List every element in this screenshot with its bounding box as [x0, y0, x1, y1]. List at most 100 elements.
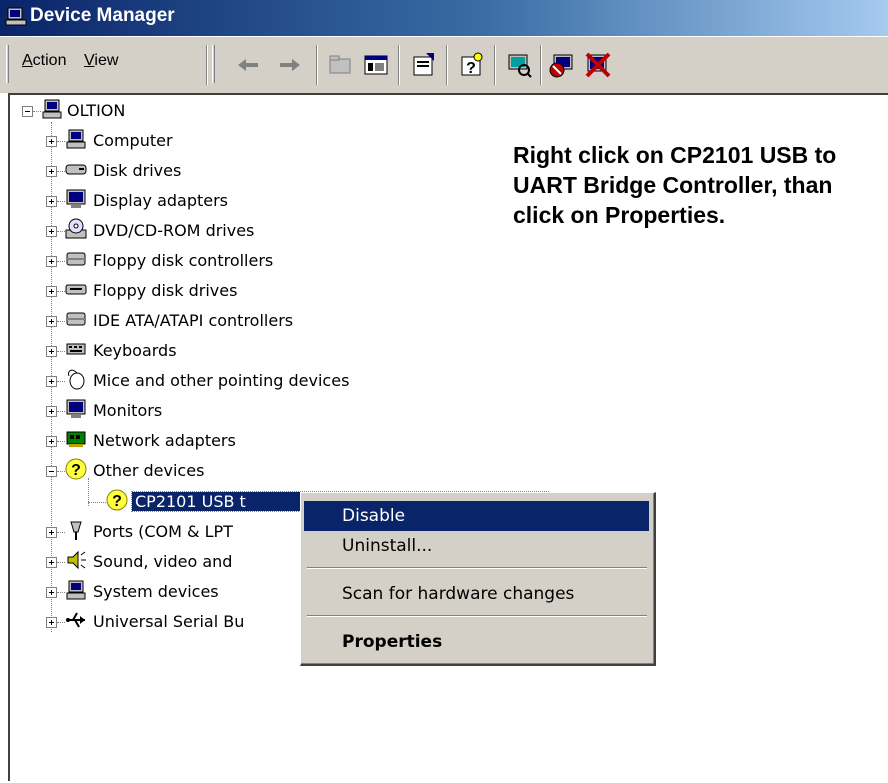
up-folder-icon[interactable]: [326, 51, 354, 79]
question-mark-icon: ?: [106, 489, 128, 511]
menu-item-properties[interactable]: Properties: [304, 627, 649, 657]
context-menu: Disable Uninstall... Scan for hardware c…: [300, 492, 656, 666]
speaker-icon: [67, 550, 86, 570]
tree-item-display-adapters[interactable]: Display adapters: [46, 187, 466, 215]
computer-icon: [66, 129, 86, 149]
expand-toggle[interactable]: [46, 316, 57, 327]
tree-item-label: Sound, video and: [93, 552, 233, 571]
tree-item-mice-and-other-pointing-devices[interactable]: Mice and other pointing devices: [46, 367, 466, 395]
tree-connector: [57, 351, 65, 353]
tree-connector: [57, 291, 65, 293]
toolbar-separator: [446, 45, 448, 85]
menu-item-uninstall-label: Uninstall...: [342, 536, 433, 556]
expand-toggle[interactable]: [46, 406, 57, 417]
properties-icon[interactable]: [410, 51, 438, 79]
floppy-icon: [65, 284, 87, 295]
expand-toggle[interactable]: [46, 286, 57, 297]
disable-icon[interactable]: [584, 51, 612, 79]
tree-item-label: Keyboards: [93, 341, 177, 360]
access-key: A: [22, 52, 33, 69]
tree-item-monitors[interactable]: Monitors: [46, 397, 466, 425]
tree-item-keyboards[interactable]: Keyboards: [46, 337, 466, 365]
menu-separator: [307, 567, 647, 569]
toolbar-grip-2[interactable]: [212, 45, 215, 83]
collapse-toggle[interactable]: [22, 106, 33, 117]
back-arrow-icon[interactable]: [234, 51, 262, 79]
tree-item-dvd-cd-rom-drives[interactable]: DVD/CD-ROM drives: [46, 217, 466, 245]
tree-item-label: Ports (COM & LPT: [93, 522, 233, 541]
collapse-toggle[interactable]: [46, 466, 57, 477]
svg-text:?: ?: [112, 493, 122, 510]
toolbar-separator: [540, 45, 542, 85]
expand-toggle[interactable]: [46, 136, 57, 147]
tree-connector: [57, 381, 65, 383]
svg-text:?: ?: [71, 462, 81, 479]
menu-view[interactable]: View: [84, 52, 118, 70]
toolbar-separator: [398, 45, 400, 85]
tree-item-computer[interactable]: Computer: [46, 127, 466, 155]
expand-toggle[interactable]: [46, 527, 57, 538]
expand-toggle[interactable]: [46, 166, 57, 177]
computer-icon: [5, 7, 27, 26]
network-card-icon: [66, 431, 86, 447]
menu-item-scan-hardware[interactable]: Scan for hardware changes: [304, 579, 649, 609]
toolbar-separator: [316, 45, 318, 85]
disk-drive-icon: [65, 164, 87, 175]
expand-toggle[interactable]: [46, 256, 57, 267]
window-title: Device Manager: [30, 5, 175, 26]
menu-view-label: View: [84, 52, 119, 69]
tree-root[interactable]: OLTION: [20, 97, 220, 125]
keyboard-icon: [66, 343, 86, 355]
tree-connector: [57, 201, 65, 203]
menu-action[interactable]: Action: [22, 52, 66, 70]
expand-toggle[interactable]: [46, 226, 57, 237]
toolbar-separator: [494, 45, 496, 85]
tree-connector: [57, 411, 65, 413]
expand-toggle[interactable]: [46, 376, 57, 387]
mouse-icon: [68, 369, 85, 390]
controller-icon: [66, 312, 86, 326]
expand-toggle[interactable]: [46, 587, 57, 598]
tree-item-floppy-disk-controllers[interactable]: Floppy disk controllers: [46, 247, 466, 275]
svg-text:?: ?: [466, 60, 476, 77]
expand-toggle[interactable]: [46, 196, 57, 207]
menu-item-disable-label: Disable: [342, 506, 406, 526]
tree-item-label: Floppy disk drives: [93, 281, 238, 300]
tree-item-label: Computer: [93, 131, 173, 150]
port-icon: [70, 521, 82, 540]
tree-connector: [57, 171, 65, 173]
tree-item-floppy-disk-drives[interactable]: Floppy disk drives: [46, 277, 466, 305]
tree-item-label: Network adapters: [93, 431, 236, 450]
tree-connector: [57, 622, 65, 624]
show-hide-tree-icon[interactable]: [362, 51, 390, 79]
expand-toggle[interactable]: [46, 557, 57, 568]
monitor-icon: [66, 189, 86, 208]
monitor-icon: [66, 399, 86, 418]
menu-item-uninstall[interactable]: Uninstall...: [304, 531, 649, 561]
tree-item-network-adapters[interactable]: Network adapters: [46, 427, 466, 455]
tree-connector: [88, 502, 106, 504]
toolbar: Action View ?: [0, 36, 888, 93]
tree-item-ide-ata-atapi-controllers[interactable]: IDE ATA/ATAPI controllers: [46, 307, 466, 335]
menu-item-disable[interactable]: Disable: [304, 501, 649, 531]
expand-toggle[interactable]: [46, 346, 57, 357]
scan-hardware-icon[interactable]: [505, 51, 533, 79]
tree-item-other-devices[interactable]: ? Other devices: [46, 457, 466, 485]
tree-connector: [57, 231, 65, 233]
toolbar-grip[interactable]: [6, 45, 9, 83]
instruction-text: Right click on CP2101 USB to UART Bridge…: [513, 142, 837, 228]
expand-toggle[interactable]: [46, 436, 57, 447]
toolbar-separator: [206, 45, 208, 85]
forward-arrow-icon[interactable]: [276, 51, 304, 79]
tree-connector: [57, 592, 65, 594]
tree-connector: [57, 441, 65, 443]
tree-item-label: System devices: [93, 582, 219, 601]
expand-toggle[interactable]: [46, 617, 57, 628]
tree-item-label: Universal Serial Bu: [93, 612, 245, 631]
tree-item-disk-drives[interactable]: Disk drives: [46, 157, 466, 185]
tree-connector: [57, 141, 65, 143]
uninstall-icon[interactable]: [548, 51, 576, 79]
help-icon[interactable]: ?: [458, 51, 486, 79]
computer-icon: [66, 580, 86, 600]
tree-connector: [57, 261, 65, 263]
